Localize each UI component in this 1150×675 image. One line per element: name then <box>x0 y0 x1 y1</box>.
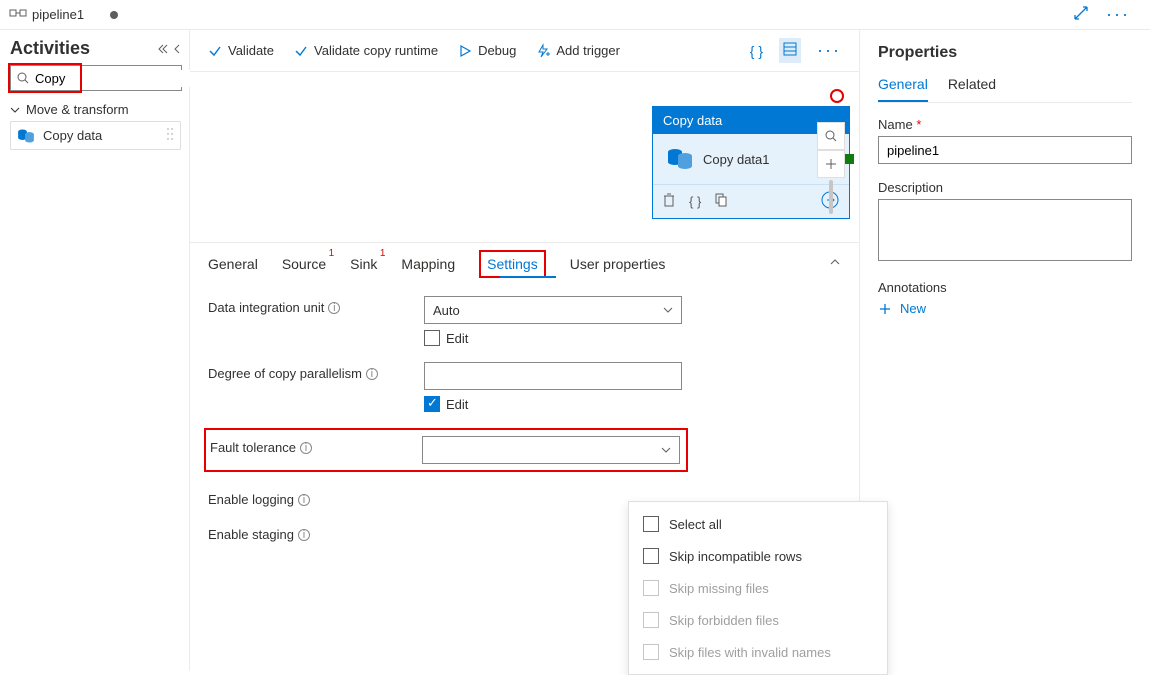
info-icon[interactable]: i <box>298 494 310 506</box>
collapse-panel-icon[interactable] <box>829 256 841 271</box>
edit-label: Edit <box>446 331 468 346</box>
checkbox <box>643 516 659 532</box>
ft-option-skip-incompatible[interactable]: Skip incompatible rows <box>629 540 887 572</box>
ft-option-skip-forbidden: Skip forbidden files <box>629 604 887 636</box>
diu-dropdown[interactable]: Auto <box>424 296 682 324</box>
node-output-connector[interactable] <box>844 154 854 164</box>
chevron-down-icon <box>661 445 671 455</box>
debug-button[interactable]: Debug <box>458 43 516 58</box>
tab-bar: pipeline1 ··· <box>0 0 1150 30</box>
database-icon <box>17 129 35 143</box>
diu-edit-checkbox[interactable] <box>424 330 440 346</box>
zoom-scrollbar[interactable] <box>829 180 833 214</box>
canvas-add-button[interactable] <box>817 150 845 178</box>
annotation-circle <box>830 89 844 103</box>
checkbox <box>643 580 659 596</box>
ft-option-skip-missing: Skip missing files <box>629 572 887 604</box>
fault-tolerance-menu: Select all Skip incompatible rows Skip m… <box>628 501 888 675</box>
checkbox <box>643 548 659 564</box>
checkbox <box>643 612 659 628</box>
grip-icon <box>166 127 174 144</box>
checkbox <box>643 644 659 660</box>
activities-title: Activities <box>10 38 90 59</box>
ft-option-select-all[interactable]: Select all <box>629 508 887 540</box>
edit-label: Edit <box>446 397 468 412</box>
props-tab-related[interactable]: Related <box>948 76 996 102</box>
debug-label: Debug <box>478 43 516 58</box>
ft-option-skip-invalid: Skip files with invalid names <box>629 636 887 668</box>
copy-icon[interactable] <box>715 193 727 210</box>
tab-title: pipeline1 <box>32 7 84 22</box>
canvas-toolbar: Validate Validate copy runtime Debug Add… <box>190 30 859 72</box>
fault-tolerance-dropdown[interactable] <box>422 436 680 464</box>
dcp-edit-checkbox[interactable] <box>424 396 440 412</box>
info-icon[interactable]: i <box>300 442 312 454</box>
validate-runtime-button[interactable]: Validate copy runtime <box>294 43 438 58</box>
search-input[interactable] <box>33 70 213 87</box>
fault-tolerance-label: Fault tolerance <box>210 440 296 455</box>
enable-staging-label: Enable staging <box>208 527 294 542</box>
plus-icon <box>878 302 892 316</box>
search-icon <box>17 72 29 84</box>
code-icon[interactable]: { } <box>689 194 701 209</box>
info-icon[interactable]: i <box>366 368 378 380</box>
add-trigger-button[interactable]: Add trigger <box>536 43 620 58</box>
info-icon[interactable]: i <box>298 529 310 541</box>
node-name: Copy data1 <box>703 152 770 167</box>
group-label: Move & transform <box>26 102 129 117</box>
delete-icon[interactable] <box>663 193 675 210</box>
activities-sidebar: Activities Move & transform <box>0 30 190 671</box>
activity-item-label: Copy data <box>43 128 102 143</box>
activity-item-copy-data[interactable]: Copy data <box>10 121 181 150</box>
annotations-label: Annotations <box>878 280 1132 295</box>
activities-search[interactable] <box>10 65 182 91</box>
validate-button[interactable]: Validate <box>208 43 274 58</box>
description-label: Description <box>878 180 1132 195</box>
config-tabs: General Source Sink Mapping Settings Use… <box>190 242 859 284</box>
tab-general[interactable]: General <box>208 252 258 276</box>
tab-settings[interactable]: Settings <box>479 250 546 278</box>
design-canvas[interactable]: Copy data Copy data1 { } <box>190 72 859 242</box>
validate-runtime-label: Validate copy runtime <box>314 43 438 58</box>
more-menu-icon[interactable]: ··· <box>1106 4 1130 25</box>
dcp-input[interactable] <box>424 362 682 390</box>
toolbar-more-icon[interactable]: ··· <box>817 40 841 61</box>
pipeline-name-input[interactable] <box>878 136 1132 164</box>
dirty-indicator <box>110 11 118 19</box>
activities-group[interactable]: Move & transform <box>10 102 181 117</box>
pipeline-icon <box>10 7 26 22</box>
tab-mapping[interactable]: Mapping <box>401 252 455 276</box>
enable-logging-label: Enable logging <box>208 492 294 507</box>
canvas-search-button[interactable] <box>817 122 845 150</box>
tab-sink[interactable]: Sink <box>350 252 377 276</box>
add-trigger-label: Add trigger <box>556 43 620 58</box>
tab-underline <box>500 276 556 278</box>
info-icon[interactable]: i <box>328 302 340 314</box>
name-label: Name * <box>878 117 1132 132</box>
new-annotation-button[interactable]: New <box>878 301 1132 316</box>
list-view-icon[interactable] <box>779 38 801 63</box>
tab-source[interactable]: Source <box>282 252 326 276</box>
expand-icon[interactable] <box>1074 6 1088 23</box>
diu-label: Data integration unit <box>208 300 324 315</box>
chevron-down-icon <box>663 305 673 315</box>
collapse-sidebar-icon[interactable] <box>157 44 181 54</box>
props-tab-general[interactable]: General <box>878 76 928 102</box>
chevron-down-icon <box>10 105 20 115</box>
pipeline-tab[interactable]: pipeline1 <box>0 7 128 22</box>
dcp-label: Degree of copy parallelism <box>208 366 362 381</box>
code-view-icon[interactable]: { } <box>750 43 763 59</box>
database-icon <box>667 148 693 170</box>
properties-panel: Properties General Related Name * Descri… <box>860 30 1150 671</box>
diu-value: Auto <box>433 303 460 318</box>
validate-label: Validate <box>228 43 274 58</box>
tab-user-properties[interactable]: User properties <box>570 252 666 276</box>
description-textarea[interactable] <box>878 199 1132 261</box>
properties-title: Properties <box>878 44 1132 62</box>
